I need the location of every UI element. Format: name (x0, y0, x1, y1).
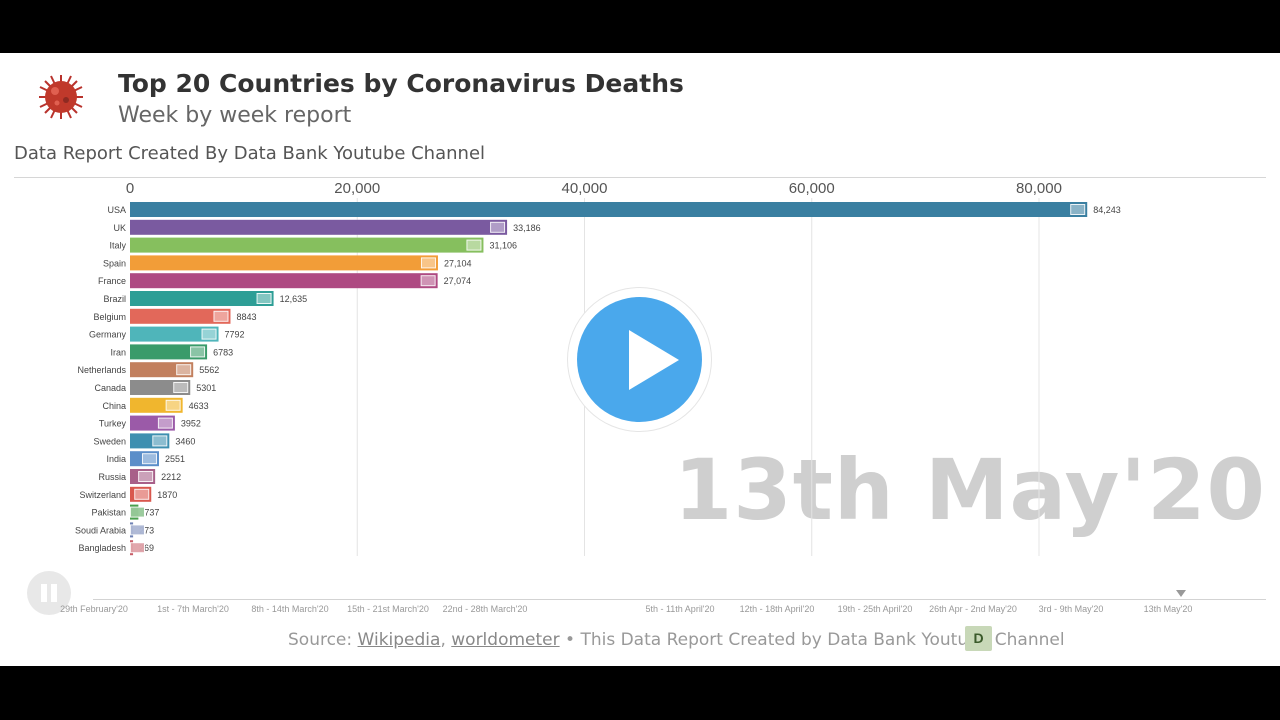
canada-flag-icon (173, 382, 189, 393)
bar (130, 291, 274, 306)
x-tick-label: 20,000 (334, 180, 380, 197)
brazil-flag-icon (256, 293, 272, 304)
category-label: France (98, 276, 126, 286)
bar (130, 202, 1088, 217)
value-label: 3460 (175, 436, 195, 446)
timeline-label[interactable]: 12th - 18th April'20 (740, 604, 815, 614)
category-label: Spain (103, 258, 126, 268)
switzerland-flag-icon (134, 488, 150, 500)
spain-flag-icon (420, 257, 436, 269)
x-tick-label: 0 (126, 180, 134, 197)
video-frame: Top 20 Countries by Coronavirus Deaths W… (0, 53, 1280, 666)
category-label: Netherlands (77, 365, 126, 375)
bangladesh-flag-icon (130, 542, 145, 554)
value-label: 3952 (181, 419, 201, 429)
category-label: India (106, 454, 126, 464)
category-label: Italy (109, 241, 126, 251)
bar (130, 237, 484, 253)
x-tick-label: 40,000 (562, 180, 608, 197)
value-label: 5562 (199, 365, 219, 375)
timeline-label[interactable]: 22nd - 28th March'20 (443, 604, 528, 614)
category-label: Bangladesh (78, 543, 126, 553)
timeline-label[interactable]: 26th Apr - 2nd May'20 (929, 604, 1017, 614)
iran-flag-icon (190, 346, 206, 358)
value-label: 31,106 (489, 241, 517, 251)
timeline-label[interactable]: 29th February'20 (60, 604, 128, 614)
timeline-label[interactable]: 3rd - 9th May'20 (1039, 604, 1104, 614)
wikipedia-link[interactable]: Wikipedia (358, 630, 441, 650)
play-button-circle[interactable] (577, 297, 702, 422)
source-line: Source: Wikipedia, worldometer • This Da… (288, 630, 1065, 650)
sweden-flag-icon (152, 435, 168, 447)
usa-flag-icon (1070, 204, 1086, 215)
value-label: 27,104 (444, 258, 472, 268)
timeline-label[interactable]: 19th - 25th April'20 (838, 604, 913, 614)
bar (130, 255, 438, 271)
value-label: 737 (144, 508, 159, 518)
timeline-label[interactable]: 8th - 14th March'20 (251, 604, 328, 614)
category-label: USA (107, 205, 126, 215)
pause-icon-bar-right (51, 584, 57, 602)
timeline-axis[interactable] (93, 599, 1266, 600)
bar (130, 273, 438, 289)
category-label: Iran (110, 347, 126, 357)
value-label: 4633 (189, 401, 209, 411)
timeline-label[interactable]: 1st - 7th March'20 (157, 604, 229, 614)
timeline-label[interactable]: 13th May'20 (1144, 604, 1193, 614)
category-label: Pakistan (91, 508, 126, 518)
x-tick-label: 80,000 (1016, 180, 1062, 197)
uk-flag-icon (490, 221, 506, 233)
category-label: Belgium (93, 312, 126, 322)
value-label: 1870 (157, 490, 177, 500)
category-label: Sweden (93, 436, 126, 446)
italy-flag-icon (466, 239, 482, 251)
category-label: China (102, 401, 126, 411)
data-bank-logo: D (965, 626, 992, 651)
timeline-label[interactable]: 15th - 21st March'20 (347, 604, 429, 614)
source-separator: , (440, 630, 452, 650)
value-label: 27,074 (444, 276, 472, 286)
category-label: Russia (98, 472, 126, 482)
saudi-arabia-flag-icon (130, 524, 145, 536)
bar (130, 219, 508, 235)
play-button[interactable] (568, 288, 711, 431)
russia-flag-icon (138, 471, 154, 482)
play-icon (629, 330, 679, 390)
category-label: Canada (94, 383, 126, 393)
x-tick-label: 60,000 (789, 180, 835, 197)
value-label: 5301 (196, 383, 216, 393)
category-label: Switzerland (79, 490, 126, 500)
category-label: UK (113, 223, 126, 233)
value-label: 33,186 (513, 223, 541, 233)
timeline-label[interactable]: 5th - 11th April'20 (645, 604, 714, 614)
value-label: 6783 (213, 347, 233, 357)
belgium-flag-icon (213, 310, 229, 322)
category-label: Germany (89, 330, 127, 340)
china-flag-icon (165, 399, 181, 411)
value-label: 2212 (161, 472, 181, 482)
value-label: 7792 (225, 330, 245, 340)
category-label: Turkey (99, 419, 127, 429)
value-label: 84,243 (1093, 205, 1121, 215)
source-prefix: Source: (288, 630, 358, 650)
india-flag-icon (141, 453, 157, 465)
germany-flag-icon (201, 328, 217, 340)
netherlands-flag-icon (176, 364, 192, 376)
category-label: Soudi Arabia (75, 525, 126, 535)
worldometer-link[interactable]: worldometer (451, 630, 559, 650)
value-label: 12,635 (280, 294, 308, 304)
france-flag-icon (420, 275, 436, 287)
timeline-position-marker[interactable] (1176, 590, 1186, 597)
value-label: 2551 (165, 454, 185, 464)
value-label: 8843 (236, 312, 256, 322)
turkey-flag-icon (157, 417, 173, 429)
category-label: Brazil (103, 294, 126, 304)
pause-icon-bar-left (41, 584, 47, 602)
pakistan-flag-icon (130, 506, 145, 518)
